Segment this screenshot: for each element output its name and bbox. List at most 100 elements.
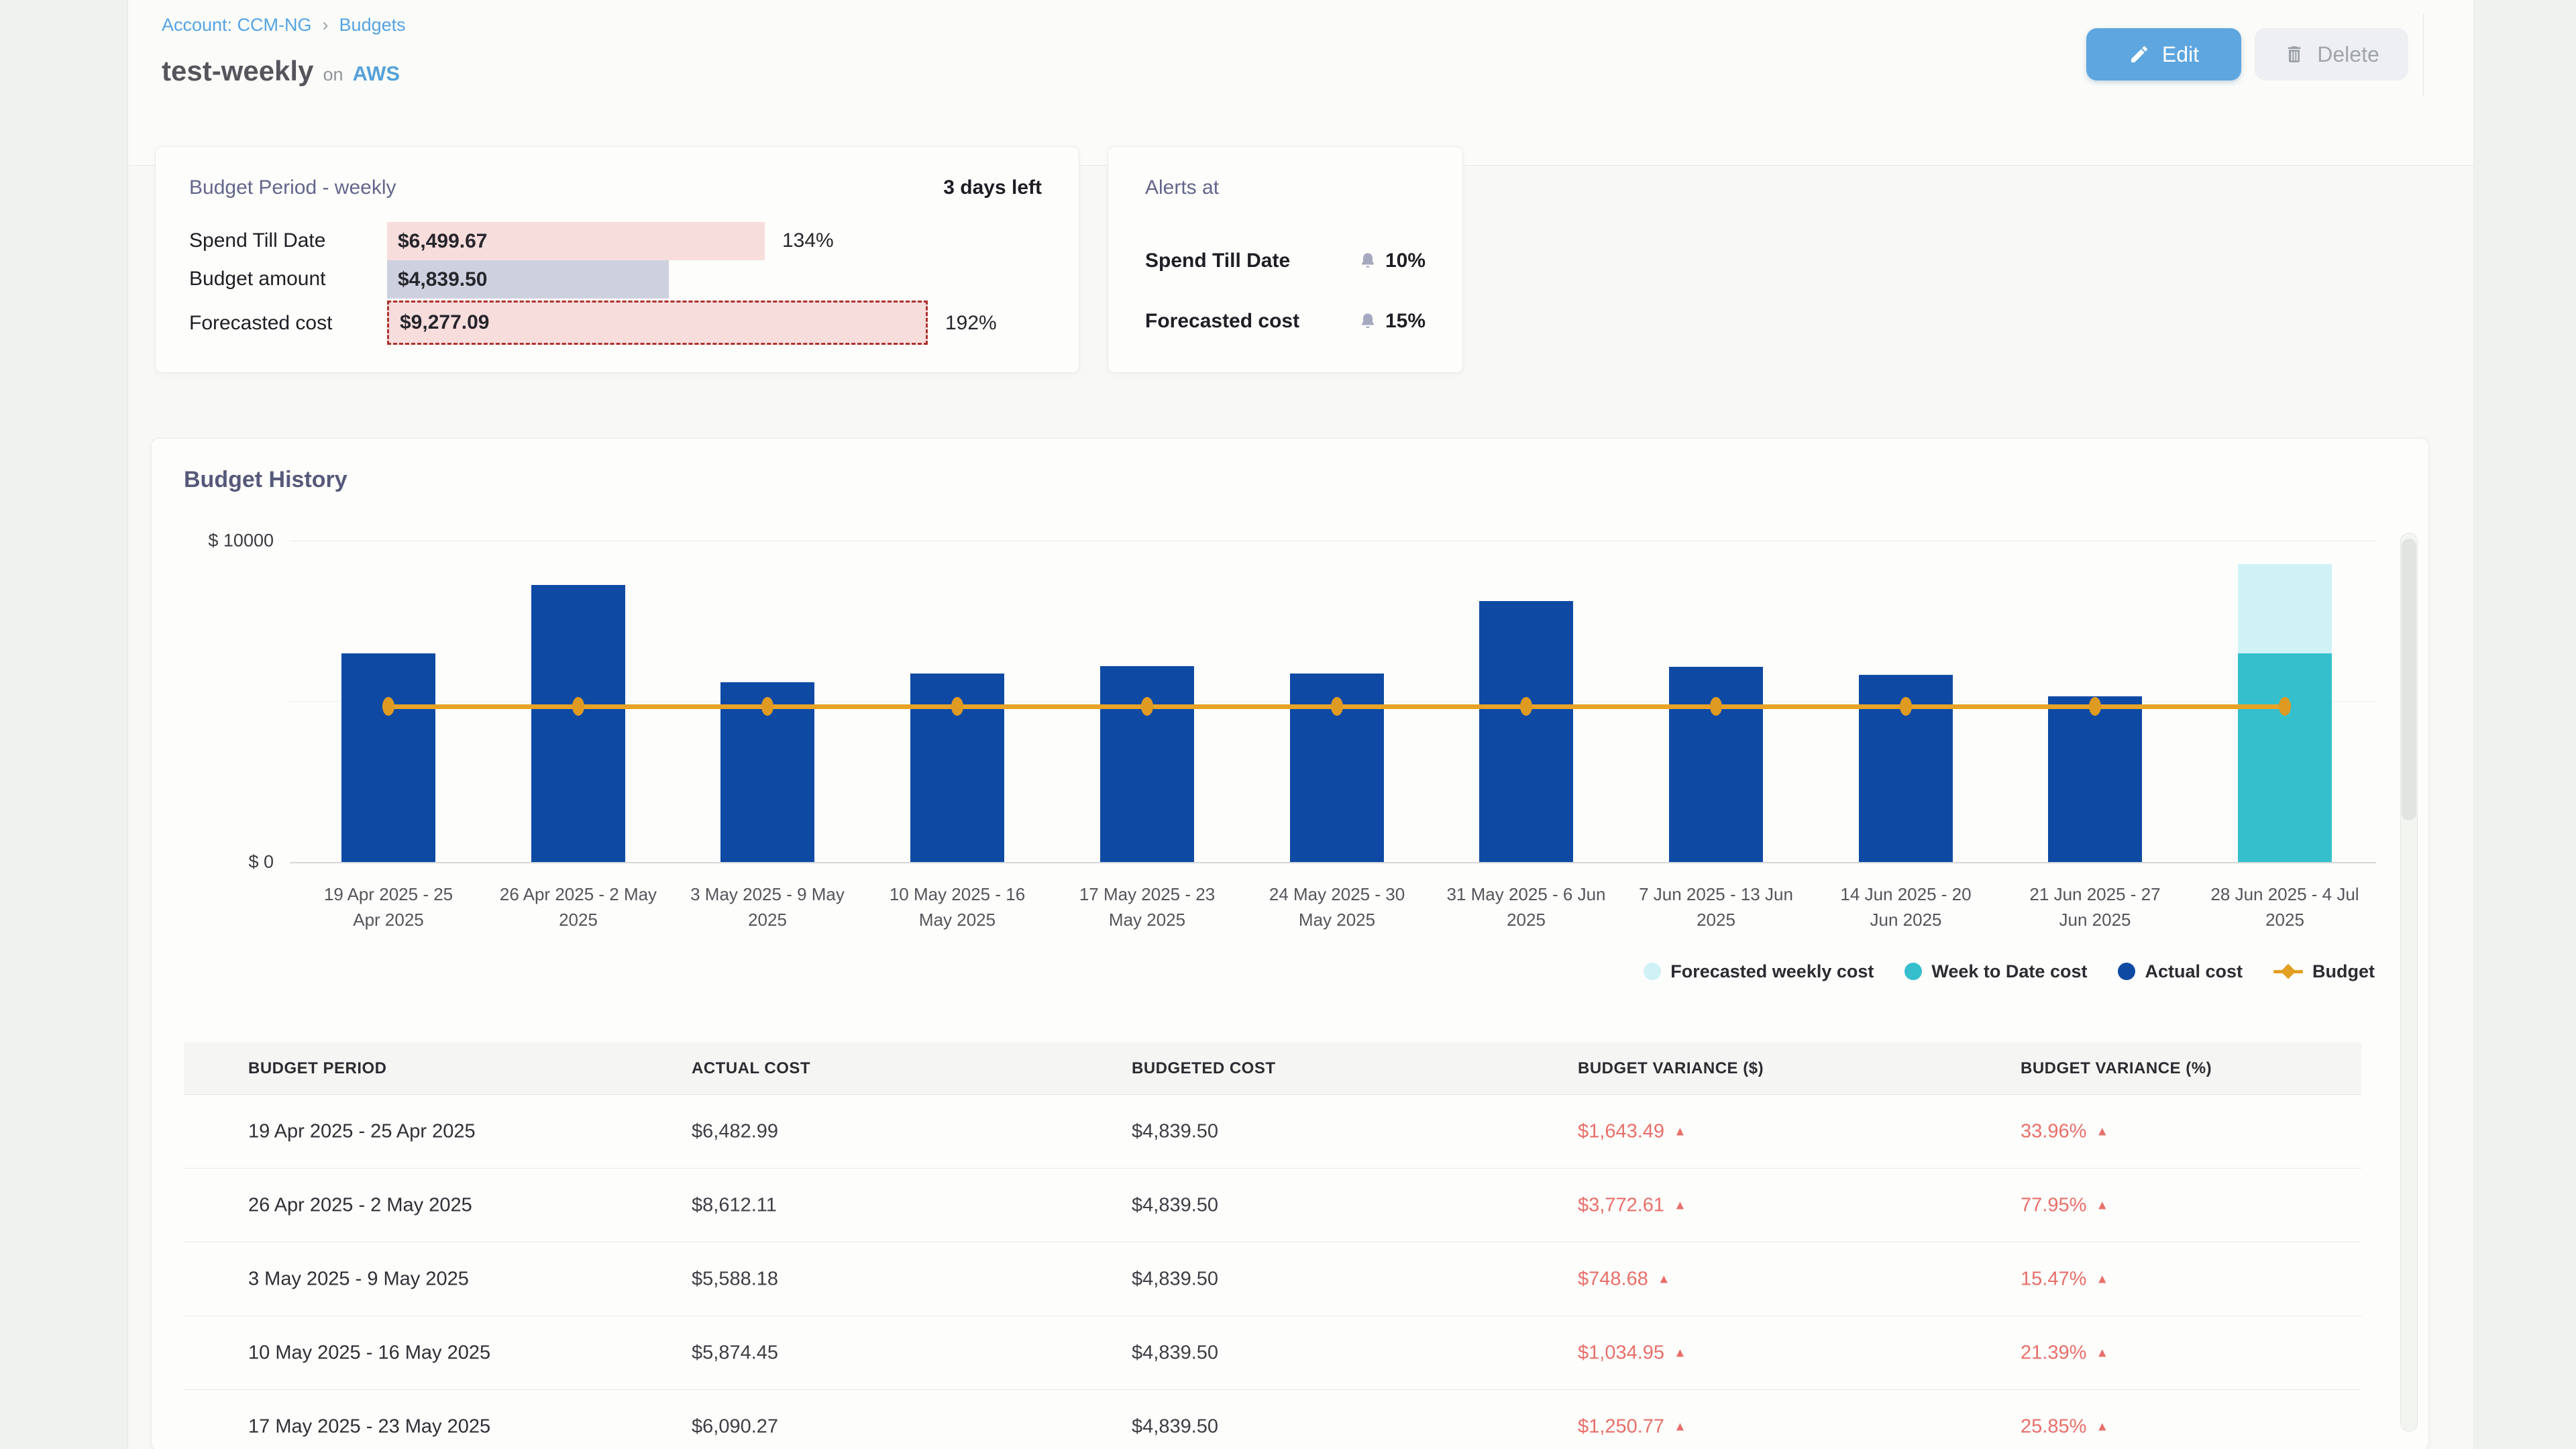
- card-scrollbar-track[interactable]: [2400, 533, 2418, 1432]
- table-header-cell: BUDGET VARIANCE (%): [2021, 1059, 2212, 1078]
- breadcrumb-account-link[interactable]: Account: CCM-NG: [162, 15, 312, 35]
- table-cell: $6,090.27: [692, 1415, 778, 1438]
- x-axis-label: 24 May 2025 - 30May 2025: [1230, 881, 1444, 932]
- legend-item[interactable]: Forecasted weekly cost: [1644, 961, 1874, 982]
- table-cell: 3 May 2025 - 9 May 2025: [248, 1268, 469, 1290]
- alert-threshold: 10%: [1358, 250, 1426, 272]
- table-row: 26 Apr 2025 - 2 May 2025$8,612.11$4,839.…: [184, 1169, 2361, 1242]
- budget-line-marker[interactable]: [1900, 697, 1912, 716]
- chart-bar-week-to-date[interactable]: [2238, 653, 2332, 862]
- breadcrumb-budgets-link[interactable]: Budgets: [339, 15, 406, 35]
- legend-item[interactable]: Budget: [2273, 961, 2375, 982]
- variance-up-icon: ▲: [2096, 1272, 2108, 1286]
- legend-swatch-circle: [1644, 963, 1661, 980]
- table-cell: 26 Apr 2025 - 2 May 2025: [248, 1194, 472, 1216]
- table-cell: 10 May 2025 - 16 May 2025: [248, 1342, 490, 1364]
- budget-row-label: Forecasted cost: [189, 312, 332, 335]
- table-cell-variance: 25.85%▲: [2021, 1415, 2108, 1438]
- alert-row: Spend Till Date10%: [1145, 250, 1426, 272]
- budget-line-marker[interactable]: [761, 697, 773, 716]
- chart-bar-actual[interactable]: [1479, 601, 1573, 862]
- table-header-cell: BUDGET VARIANCE ($): [1578, 1059, 1764, 1078]
- variance-up-icon: ▲: [2096, 1198, 2108, 1212]
- budget-line-marker[interactable]: [2279, 697, 2291, 716]
- alert-row: Forecasted cost 15%: [1145, 310, 1426, 333]
- alerts-card: Alerts at Spend Till Date10% Forecasted c…: [1108, 146, 1463, 373]
- legend-swatch-line-marker: [2273, 963, 2303, 980]
- on-label: on: [323, 64, 343, 85]
- chart-bar-actual[interactable]: [531, 585, 625, 862]
- table-header-cell: BUDGETED COST: [1132, 1059, 1276, 1078]
- days-left-label: 3 days left: [943, 176, 1042, 199]
- delete-button-label: Delete: [2317, 42, 2379, 67]
- table-cell-variance: $748.68▲: [1578, 1268, 1670, 1290]
- budget-line-marker[interactable]: [382, 697, 394, 716]
- table-cell-variance: 21.39%▲: [2021, 1342, 2108, 1364]
- page: { "breadcrumb": { "items": [ { "label": …: [0, 0, 2576, 1449]
- budget-line-marker[interactable]: [1331, 697, 1343, 716]
- budget-bar-value: $4,839.50: [398, 268, 487, 291]
- delete-button[interactable]: Delete: [2255, 28, 2408, 80]
- chart-bar-forecasted-weekly[interactable]: [2238, 564, 2332, 653]
- budget-period-title: Budget Period - weekly: [189, 176, 396, 199]
- budget-line-marker[interactable]: [1141, 697, 1153, 716]
- alert-threshold-value: 15%: [1385, 310, 1426, 333]
- chart-bar-actual[interactable]: [341, 653, 435, 862]
- legend-label: Actual cost: [2145, 961, 2243, 982]
- chart-bar-actual[interactable]: [1100, 666, 1194, 862]
- trash-icon: [2284, 44, 2305, 65]
- budget-row-label: Budget amount: [189, 268, 325, 290]
- x-axis-label: 10 May 2025 - 16May 2025: [850, 881, 1065, 932]
- table-cell: $6,482.99: [692, 1120, 778, 1142]
- variance-up-icon: ▲: [2096, 1419, 2108, 1434]
- card-scrollbar-thumb[interactable]: [2402, 539, 2416, 820]
- alerts-title: Alerts at: [1145, 176, 1219, 199]
- table-cell: 17 May 2025 - 23 May 2025: [248, 1415, 490, 1438]
- variance-up-icon: ▲: [1674, 1419, 1686, 1434]
- y-axis-label: $ 10000: [152, 531, 274, 551]
- budget-bar-percent: 134%: [782, 229, 834, 252]
- x-axis-label: 3 May 2025 - 9 May2025: [660, 881, 875, 932]
- table-cell: $4,839.50: [1132, 1415, 1218, 1438]
- edit-button-label: Edit: [2162, 42, 2199, 67]
- page-title: test-weekly: [162, 55, 313, 87]
- x-axis-line: [290, 862, 2376, 863]
- bell-icon: [1358, 312, 1377, 331]
- legend-item[interactable]: Week to Date cost: [1904, 961, 2087, 982]
- variance-up-icon: ▲: [2096, 1346, 2108, 1360]
- title-row: test-weeklyonAWS: [162, 55, 400, 87]
- edit-button[interactable]: Edit: [2086, 28, 2241, 80]
- budget-history-title: Budget History: [184, 467, 347, 493]
- x-axis-label: 31 May 2025 - 6 Jun2025: [1419, 881, 1633, 932]
- legend-swatch-circle: [1904, 963, 1922, 980]
- alert-label: Forecasted cost: [1145, 310, 1299, 333]
- budget-line-marker[interactable]: [1520, 697, 1532, 716]
- table-cell: $4,839.50: [1132, 1194, 1218, 1216]
- x-axis-label: 17 May 2025 - 23May 2025: [1040, 881, 1254, 932]
- variance-up-icon: ▲: [1674, 1198, 1686, 1212]
- budget-bar-value: $9,277.09: [400, 311, 489, 334]
- table-body: 19 Apr 2025 - 25 Apr 2025 $6,482.99 $4,839…: [184, 1095, 2361, 1449]
- table-row: 17 May 2025 - 23 May 2025 $6,090.27 $4,839…: [184, 1390, 2361, 1449]
- variance-up-icon: ▲: [1658, 1272, 1670, 1286]
- budget-line-marker[interactable]: [951, 697, 963, 716]
- x-axis-label: 28 Jun 2025 - 4 Jul2025: [2178, 881, 2392, 932]
- table-header-cell: ACTUAL COST: [692, 1059, 810, 1078]
- budget-bar-percent: 192%: [945, 312, 997, 335]
- legend-item[interactable]: Actual cost: [2118, 961, 2243, 982]
- chart-bar-actual[interactable]: [1669, 667, 1763, 862]
- budget-bar-value: $6,499.67: [398, 230, 487, 253]
- table-cell: 19 Apr 2025 - 25 Apr 2025: [248, 1120, 476, 1142]
- variance-up-icon: ▲: [1674, 1124, 1686, 1138]
- budget-history-card: Budget History $ 0$ 1000019 Apr 2025 - 2…: [151, 438, 2429, 1449]
- variance-up-icon: ▲: [1674, 1346, 1686, 1360]
- chart-bar-actual[interactable]: [2048, 696, 2142, 862]
- budget-row-label: Spend Till Date: [189, 229, 325, 252]
- budget-table: BUDGET PERIODACTUAL COSTBUDGETED COSTBUD…: [184, 1042, 2361, 1449]
- table-cell-variance: $1,034.95▲: [1578, 1342, 1686, 1364]
- budget-line-marker[interactable]: [572, 697, 584, 716]
- budget-line-marker[interactable]: [2089, 697, 2101, 716]
- budget-line-marker[interactable]: [1710, 697, 1722, 716]
- x-axis-label: 7 Jun 2025 - 13 Jun2025: [1609, 881, 1823, 932]
- table-cell-variance: $1,643.49▲: [1578, 1120, 1686, 1142]
